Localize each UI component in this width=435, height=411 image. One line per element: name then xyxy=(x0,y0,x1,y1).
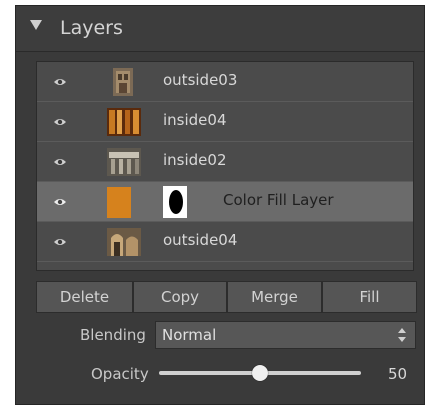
layer-row-outside04[interactable]: outside04 xyxy=(37,222,413,262)
copy-button[interactable]: Copy xyxy=(133,281,227,313)
opacity-value: 50 xyxy=(388,365,408,383)
layer-label: Color Fill Layer xyxy=(223,191,334,209)
opacity-label: Opacity xyxy=(91,365,149,383)
blending-value: Normal xyxy=(162,326,217,344)
layer-label: inside02 xyxy=(163,151,227,169)
panel-header[interactable]: Layers xyxy=(16,6,424,52)
slider-handle[interactable] xyxy=(252,365,268,381)
eye-icon[interactable] xyxy=(53,237,67,247)
layer-row-inside02[interactable]: inside02 xyxy=(37,142,413,182)
layer-row-outside03[interactable]: outside03 xyxy=(37,62,413,102)
arched-cloister-thumbnail xyxy=(107,228,141,256)
hall-interior-thumbnail xyxy=(107,148,141,176)
up-down-arrows-icon xyxy=(398,328,406,342)
eye-icon[interactable] xyxy=(53,117,67,127)
layer-mask-thumbnail xyxy=(163,186,187,218)
fill-button[interactable]: Fill xyxy=(322,281,417,313)
merge-button[interactable]: Merge xyxy=(227,281,322,313)
color-fill-swatch xyxy=(107,187,131,218)
blending-select[interactable]: Normal xyxy=(155,321,416,349)
layer-row-color-fill[interactable]: Color Fill Layer xyxy=(37,182,413,222)
church-interior-thumbnail xyxy=(107,108,141,136)
eye-icon[interactable] xyxy=(53,197,67,207)
panel-title: Layers xyxy=(60,17,123,39)
layer-action-buttons: Delete Copy Merge Fill xyxy=(36,281,417,313)
layers-panel: Layers outside03 inside04 inside02 Color… xyxy=(15,5,425,405)
layer-row-inside04[interactable]: inside04 xyxy=(37,102,413,142)
layer-label: outside03 xyxy=(163,71,238,89)
stone-building-thumbnail xyxy=(113,68,133,96)
delete-button[interactable]: Delete xyxy=(36,281,133,313)
layer-label: outside04 xyxy=(163,231,238,249)
layer-label: inside04 xyxy=(163,111,227,129)
eye-icon[interactable] xyxy=(53,157,67,167)
opacity-slider[interactable] xyxy=(159,365,361,381)
layer-list: outside03 inside04 inside02 Color Fill L… xyxy=(36,61,414,271)
blending-label: Blending xyxy=(80,326,146,344)
eye-icon[interactable] xyxy=(53,77,67,87)
collapse-triangle-icon[interactable] xyxy=(30,20,42,30)
